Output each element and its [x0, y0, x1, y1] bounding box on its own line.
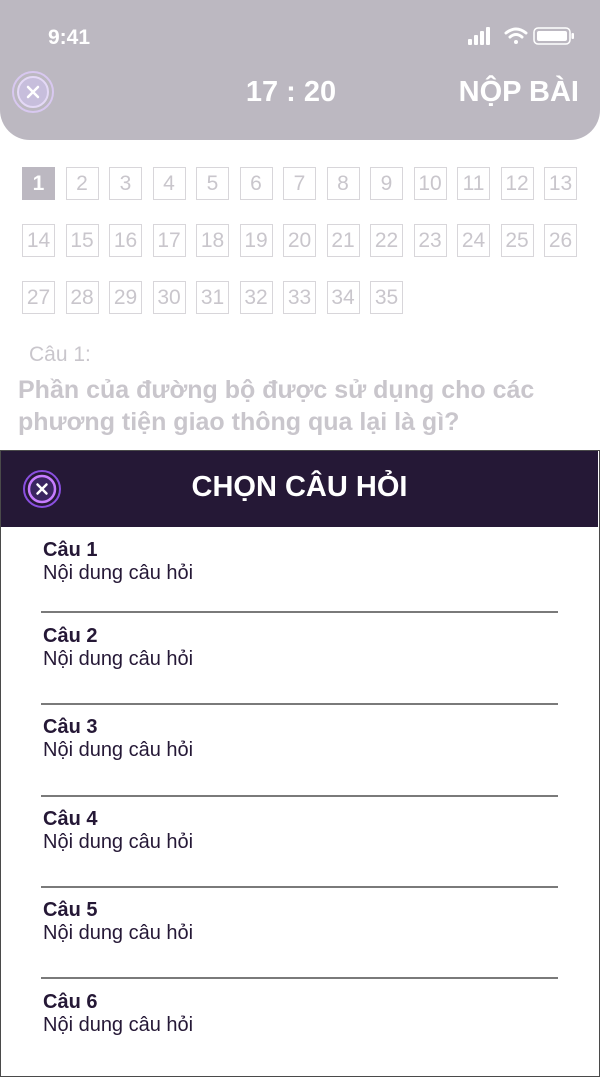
question-number-27[interactable]: 27	[22, 281, 55, 314]
battery-icon	[533, 27, 574, 45]
question-number-4[interactable]: 4	[152, 167, 186, 200]
question-number-13[interactable]: 13	[544, 167, 577, 200]
question-list-item[interactable]: Câu 3 Nội dung câu hỏi	[43, 716, 559, 762]
question-number-19[interactable]: 19	[239, 224, 273, 257]
question-number-17[interactable]: 17	[152, 224, 186, 257]
question-number-9[interactable]: 9	[370, 167, 403, 200]
question-item-title: Câu 3	[43, 716, 98, 738]
question-item-subtitle: Nội dung câu hỏi	[43, 1014, 194, 1036]
question-number-23[interactable]: 23	[413, 224, 447, 257]
question-item-subtitle: Nội dung câu hỏi	[43, 648, 194, 670]
list-divider	[41, 886, 558, 888]
question-number-10[interactable]: 10	[413, 167, 447, 200]
question-number-24[interactable]: 24	[457, 224, 490, 257]
question-number-30[interactable]: 30	[152, 281, 186, 314]
question-number-16[interactable]: 16	[109, 224, 142, 257]
question-number-12[interactable]: 12	[500, 167, 534, 200]
list-divider	[41, 977, 558, 979]
question-number-7[interactable]: 7	[283, 167, 316, 200]
question-item-subtitle: Nội dung câu hỏi	[43, 562, 194, 584]
submit-button[interactable]: NỘP BÀI	[459, 76, 579, 109]
list-divider	[41, 795, 558, 797]
question-number-14[interactable]: 14	[22, 224, 55, 257]
question-number-26[interactable]: 26	[544, 224, 577, 257]
question-item-subtitle: Nội dung câu hỏi	[43, 739, 194, 761]
status-icons	[468, 27, 574, 45]
question-item-title: Câu 1	[43, 539, 98, 561]
choose-question-panel: CHỌN CÂU HỎI Câu 1 Nội dung câu hỏi Câu 2N…	[0, 450, 600, 1077]
question-number-28[interactable]: 28	[65, 281, 99, 314]
question-list-item[interactable]: Câu 2 Nội dung câu hỏi	[43, 625, 559, 671]
question-list-item[interactable]: Câu 4 Nội dung câu hỏi	[43, 808, 559, 854]
question-number-34[interactable]: 34	[326, 281, 360, 314]
question-number-33[interactable]: 33	[283, 281, 316, 314]
question-label: Câu 1:	[29, 343, 91, 366]
status-time: 9:41	[48, 26, 91, 49]
question-number-25[interactable]: 25	[500, 224, 534, 257]
question-text: Phần của đường bộ được sử dụng cho các p…	[18, 376, 535, 436]
question-number-22[interactable]: 22	[370, 224, 403, 257]
question-list-item[interactable]: Câu 5 Nội dung câu hỏi	[43, 899, 559, 945]
question-number-3[interactable]: 3	[109, 167, 142, 200]
question-number-35[interactable]: 35	[370, 281, 403, 314]
question-number-18[interactable]: 18	[196, 224, 229, 257]
question-item-subtitle: Nội dung câu hỏi	[43, 922, 194, 944]
question-number-1[interactable]: 1	[22, 167, 55, 200]
question-number-32[interactable]: 32	[239, 281, 273, 314]
question-list-item[interactable]: Câu 6 Nội dung câu hỏi	[43, 991, 559, 1037]
question-number-6[interactable]: 6	[239, 167, 273, 200]
question-item-title: Câu 6	[43, 991, 98, 1013]
panel-title: CHỌN CÂU HỎI	[191, 471, 408, 503]
question-number-31[interactable]: 31	[196, 281, 229, 314]
top-bar: 9:41 17 : 20 NỘP BÀI	[0, 0, 600, 140]
question-item-title: Câu 4	[43, 808, 98, 830]
question-item-title: Câu 2	[43, 625, 98, 647]
question-list-item[interactable]: Câu 1 Nội dung câu hỏi	[43, 539, 559, 585]
question-number-5[interactable]: 5	[196, 167, 229, 200]
question-number-20[interactable]: 20	[283, 224, 316, 257]
question-number-2[interactable]: 2	[65, 167, 99, 200]
question-number-29[interactable]: 29	[109, 281, 142, 314]
panel-header: CHỌN CÂU HỎI	[1, 451, 598, 527]
list-divider	[41, 703, 558, 705]
signal-icon	[468, 27, 490, 45]
question-item-title: Câu 5	[43, 899, 98, 921]
list-divider	[41, 611, 558, 613]
question-item-subtitle: Nội dung câu hỏi	[43, 831, 194, 853]
question-number-21[interactable]: 21	[326, 224, 360, 257]
question-number-8[interactable]: 8	[326, 167, 360, 200]
question-number-15[interactable]: 15	[65, 224, 99, 257]
wifi-icon	[504, 27, 528, 44]
question-number-11[interactable]: 11	[457, 167, 490, 200]
